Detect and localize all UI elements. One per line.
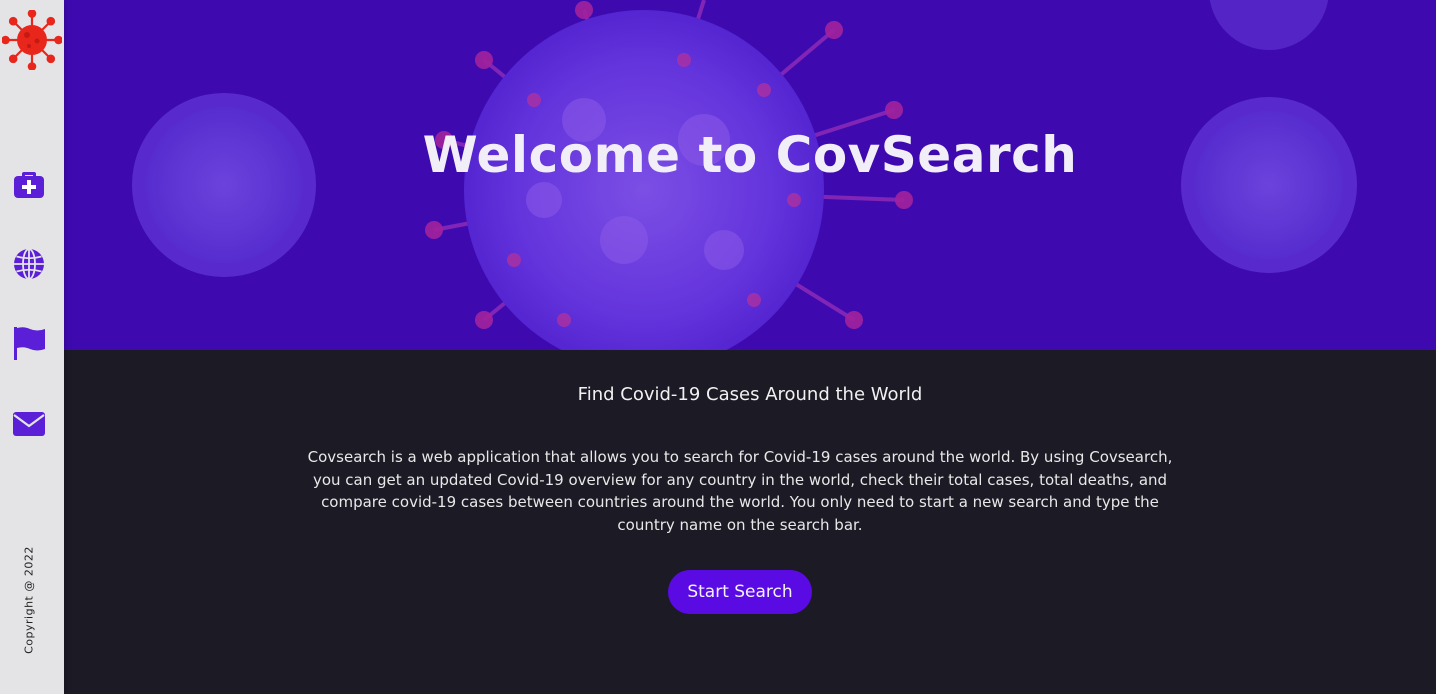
copyright-text: Copyright @ 2022 — [22, 546, 36, 654]
nav-flag[interactable] — [11, 327, 47, 363]
main-content: Find Covid-19 Cases Around the World Cov… — [64, 350, 1436, 694]
envelope-icon — [12, 409, 46, 443]
medical-kit-icon — [12, 167, 46, 205]
section-subtitle: Find Covid-19 Cases Around the World — [577, 384, 923, 405]
globe-icon — [12, 247, 46, 285]
sidebar: Copyright @ 2022 — [0, 0, 64, 694]
start-search-button[interactable]: Start Search — [668, 570, 812, 614]
app-root: Copyright @ 2022 Welcome to CovSearch Fi… — [0, 0, 1436, 694]
page-title: Welcome to CovSearch — [422, 126, 1078, 184]
virus-logo-icon[interactable] — [1, 9, 63, 71]
flag-icon — [12, 325, 46, 365]
intro-description: Covsearch is a web application that allo… — [307, 448, 1173, 534]
hero-banner: Welcome to CovSearch — [64, 0, 1436, 350]
nav-envelope[interactable] — [11, 408, 47, 444]
nav-globe[interactable] — [11, 248, 47, 284]
nav-medical-kit[interactable] — [11, 168, 47, 204]
